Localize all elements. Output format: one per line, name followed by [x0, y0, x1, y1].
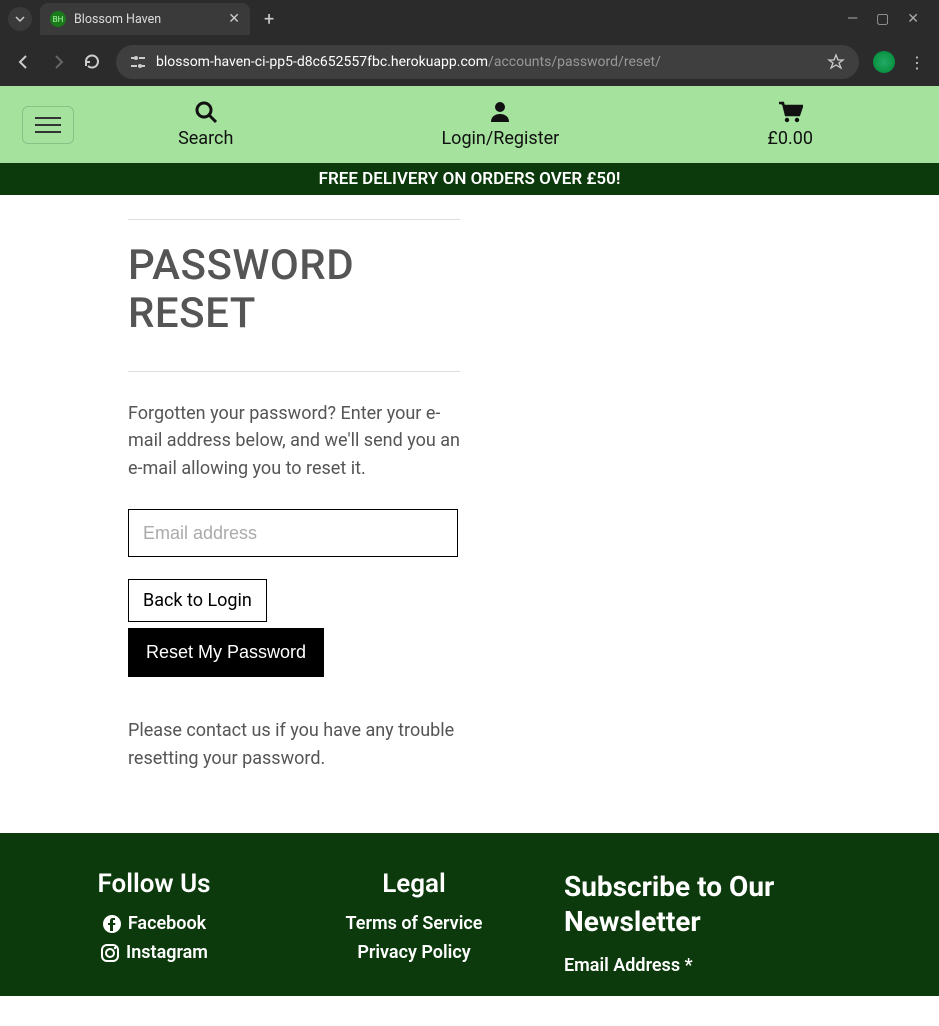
- instagram-link[interactable]: Instagram: [44, 942, 264, 963]
- bookmark-icon[interactable]: [827, 53, 845, 71]
- site-header: Search Login/Register £0.00: [0, 86, 939, 163]
- search-label: Search: [178, 128, 233, 149]
- reload-button[interactable]: [82, 53, 102, 71]
- privacy-link[interactable]: Privacy Policy: [304, 942, 524, 963]
- cart-button[interactable]: £0.00: [767, 100, 813, 149]
- search-icon: [178, 100, 233, 124]
- cart-icon: [767, 100, 813, 124]
- header-actions: Search Login/Register £0.00: [74, 100, 917, 149]
- follow-heading: Follow Us: [44, 869, 264, 899]
- newsletter-heading: Subscribe to Our Newsletter: [564, 869, 895, 939]
- facebook-icon: [102, 914, 122, 934]
- new-tab-button[interactable]: +: [258, 9, 280, 30]
- instructions-text: Forgotten your password? Enter your e-ma…: [128, 400, 460, 484]
- divider: [128, 219, 460, 220]
- back-to-login-button[interactable]: Back to Login: [128, 579, 267, 622]
- tab-strip: BH Blossom Haven ✕ + ― ▢ ✕: [0, 0, 939, 38]
- maximize-button[interactable]: ▢: [876, 11, 889, 27]
- close-tab-button[interactable]: ✕: [228, 11, 240, 27]
- instagram-icon: [100, 943, 120, 963]
- page-title: PASSWORD RESET: [128, 242, 460, 339]
- search-button[interactable]: Search: [178, 100, 233, 149]
- user-icon: [441, 100, 559, 124]
- divider: [128, 371, 460, 372]
- window-controls: ― ▢ ✕: [847, 11, 931, 27]
- close-window-button[interactable]: ✕: [907, 11, 919, 27]
- hamburger-menu-button[interactable]: [22, 106, 74, 144]
- newsletter-email-label: Email Address *: [564, 955, 895, 976]
- profile-avatar[interactable]: [873, 51, 895, 73]
- legal-heading: Legal: [304, 869, 524, 899]
- main-content: PASSWORD RESET Forgotten your password? …: [0, 195, 460, 833]
- contact-text: Please contact us if you have any troubl…: [128, 717, 460, 773]
- minimize-button[interactable]: ―: [847, 11, 858, 27]
- tab-title: Blossom Haven: [74, 12, 220, 27]
- terms-link[interactable]: Terms of Service: [304, 913, 524, 934]
- url-bar[interactable]: blossom-haven-ci-pp5-d8c652557fbc.heroku…: [116, 45, 859, 79]
- reset-password-button[interactable]: Reset My Password: [128, 628, 324, 677]
- footer-legal-col: Legal Terms of Service Privacy Policy: [304, 869, 524, 976]
- footer-newsletter-col: Subscribe to Our Newsletter Email Addres…: [564, 869, 895, 976]
- footer-follow-col: Follow Us Facebook Instagram: [44, 869, 264, 976]
- cart-total: £0.00: [767, 128, 813, 149]
- tabs-dropdown-button[interactable]: [8, 7, 32, 31]
- facebook-link[interactable]: Facebook: [44, 913, 264, 934]
- forward-button[interactable]: [48, 53, 68, 71]
- site-footer: Follow Us Facebook Instagram Legal Terms…: [0, 833, 939, 996]
- login-register-button[interactable]: Login/Register: [441, 100, 559, 149]
- url-text: blossom-haven-ci-pp5-d8c652557fbc.heroku…: [156, 54, 817, 70]
- browser-chrome: BH Blossom Haven ✕ + ― ▢ ✕ blossom-haven…: [0, 0, 939, 86]
- site-settings-icon[interactable]: [130, 54, 146, 70]
- browser-tab[interactable]: BH Blossom Haven ✕: [40, 3, 250, 35]
- browser-menu-button[interactable]: ⋮: [909, 53, 925, 72]
- back-button[interactable]: [14, 53, 34, 71]
- email-input[interactable]: [128, 509, 458, 557]
- favicon-icon: BH: [50, 11, 66, 27]
- nav-bar: blossom-haven-ci-pp5-d8c652557fbc.heroku…: [0, 38, 939, 86]
- login-label: Login/Register: [441, 128, 559, 149]
- delivery-banner: FREE DELIVERY ON ORDERS OVER £50!: [0, 163, 939, 195]
